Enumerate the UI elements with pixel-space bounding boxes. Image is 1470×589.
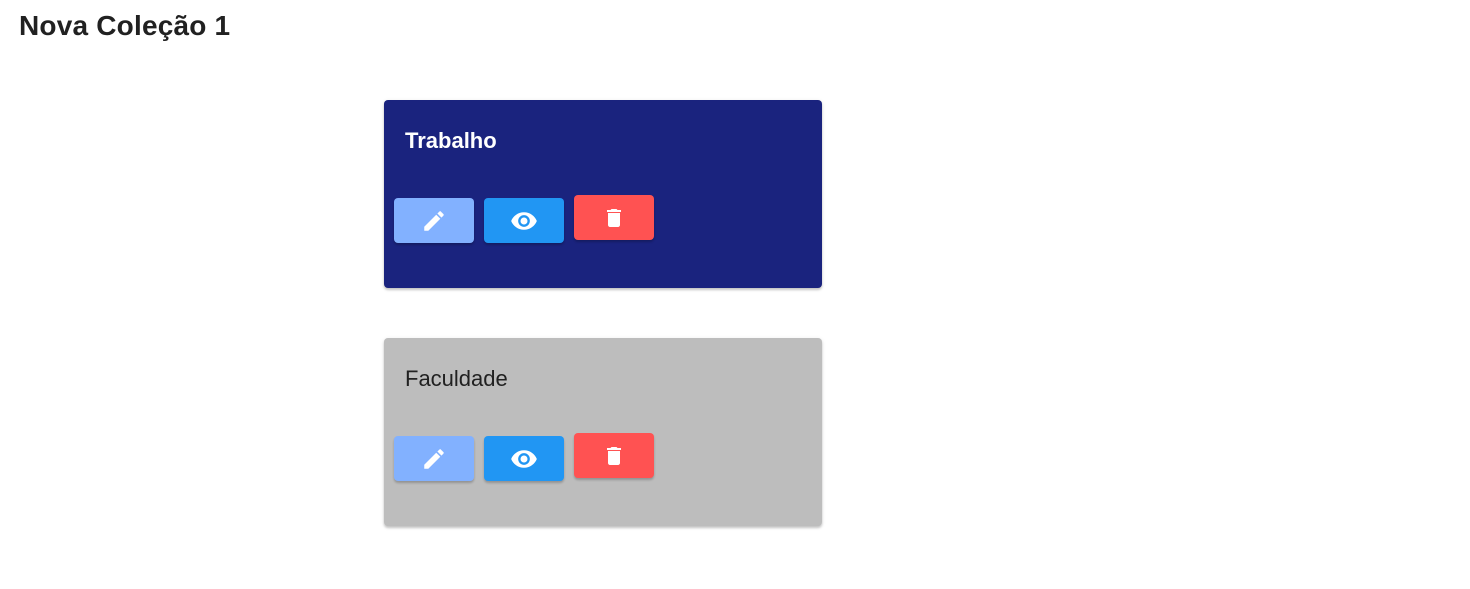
edit-button[interactable] xyxy=(394,198,474,243)
collection-card[interactable]: Trabalho xyxy=(384,100,822,288)
collection-card[interactable]: Faculdade xyxy=(384,338,822,526)
view-button[interactable] xyxy=(484,436,564,481)
view-button[interactable] xyxy=(484,198,564,243)
eye-icon xyxy=(510,445,538,473)
delete-button[interactable] xyxy=(574,433,654,478)
trash-icon xyxy=(602,205,626,231)
collection-title: Trabalho xyxy=(405,128,497,153)
pencil-icon xyxy=(421,208,447,234)
trash-icon xyxy=(602,443,626,469)
page-title: Nova Coleção 1 xyxy=(19,10,231,41)
pencil-icon xyxy=(421,446,447,472)
delete-button[interactable] xyxy=(574,195,654,240)
eye-icon xyxy=(510,207,538,235)
edit-button[interactable] xyxy=(394,436,474,481)
collection-title: Faculdade xyxy=(405,366,508,391)
